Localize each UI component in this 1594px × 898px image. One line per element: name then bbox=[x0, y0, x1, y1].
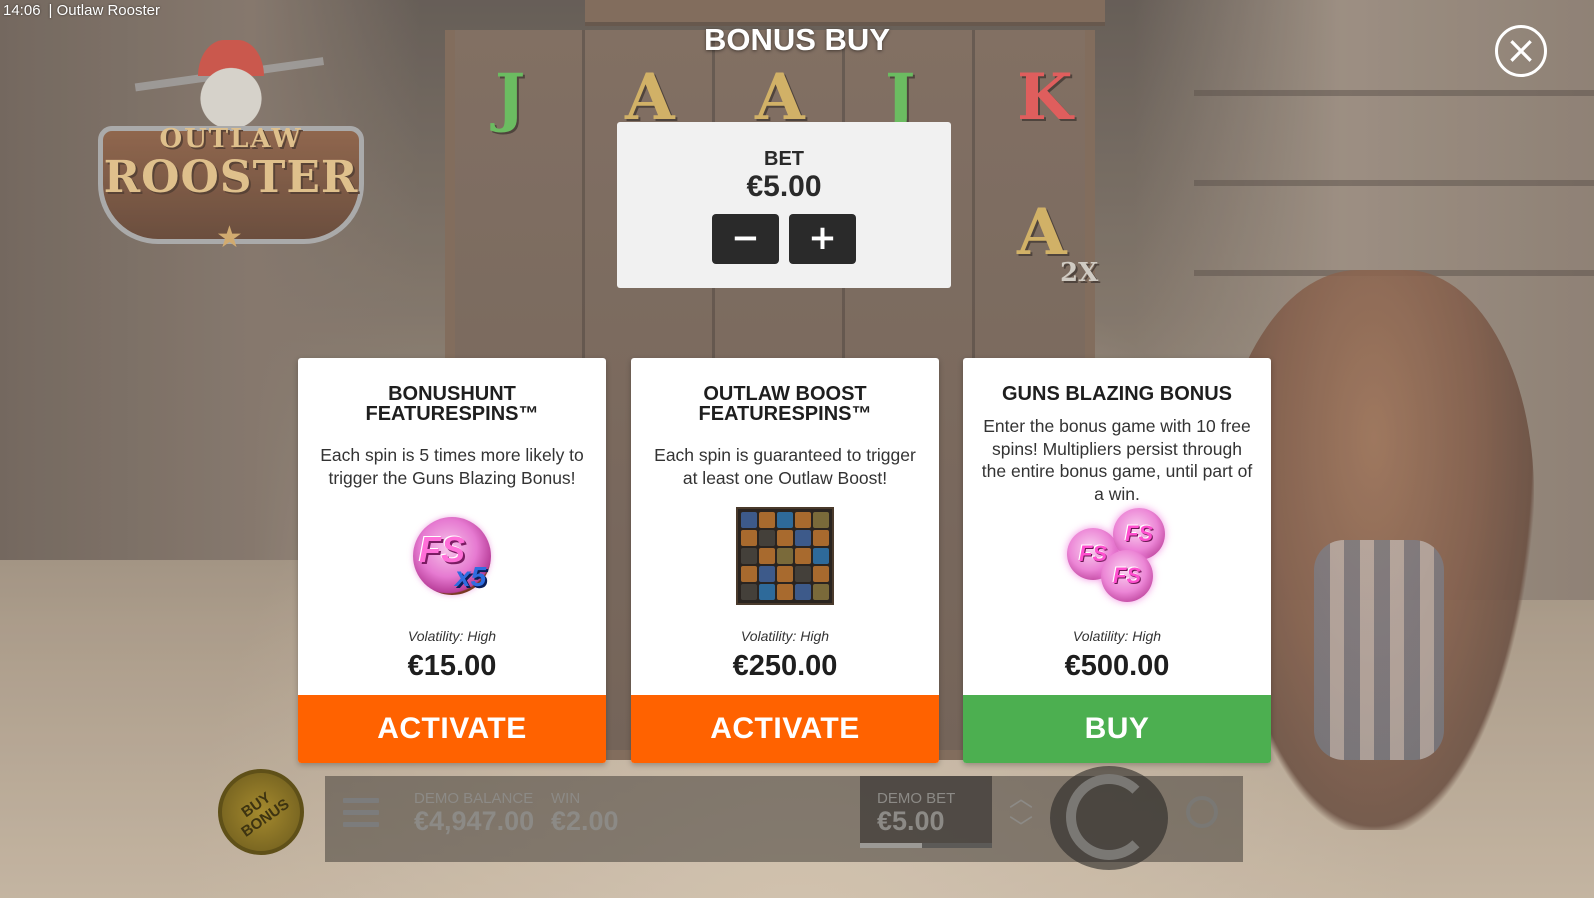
app-title: | Outlaw Rooster bbox=[48, 2, 160, 19]
bet-value: €5.00 bbox=[746, 170, 822, 203]
status-bar: 14:06 | Outlaw Rooster bbox=[3, 2, 160, 19]
card-title-line2: FEATURESPINS™ bbox=[365, 403, 539, 425]
hud-bet-value: €5.00 bbox=[877, 806, 945, 836]
modal-title: BONUS BUY bbox=[703, 22, 890, 57]
spin-icon bbox=[1066, 774, 1152, 860]
buy-bonus-button[interactable]: BUY BONUS bbox=[218, 769, 304, 855]
card-title-line2: FEATURESPINS™ bbox=[698, 403, 872, 425]
card-price: €250.00 bbox=[732, 650, 838, 682]
bet-panel: BET €5.00 − + bbox=[617, 122, 951, 288]
card-description: Each spin is guaranteed to trigger at le… bbox=[654, 445, 916, 488]
fs-coin-multiplier: x5 bbox=[455, 561, 487, 592]
win-label: WIN bbox=[551, 790, 581, 807]
triple-fs-coin-icon: FS FS FS bbox=[1067, 508, 1167, 604]
card-title-line1: BONUSHUNT bbox=[388, 383, 516, 405]
autoplay-icon[interactable] bbox=[1186, 796, 1218, 828]
activate-button[interactable]: ACTIVATE bbox=[631, 695, 939, 763]
card-volatility: Volatility: High bbox=[740, 628, 830, 644]
bonus-card-bonushunt: BONUSHUNT FEATURESPINS™ Each spin is 5 t… bbox=[298, 358, 606, 763]
card-volatility: Volatility: High bbox=[1072, 628, 1162, 644]
card-volatility: Volatility: High bbox=[407, 628, 497, 644]
card-title: GUNS BLAZING BONUS bbox=[1002, 383, 1232, 405]
bet-label: BET bbox=[764, 148, 804, 170]
menu-icon[interactable] bbox=[343, 798, 379, 834]
card-title: BONUSHUNT FEATURESPINS™ bbox=[298, 384, 606, 424]
activate-button[interactable]: ACTIVATE bbox=[298, 695, 606, 763]
balance-label: DEMO BALANCE bbox=[414, 790, 534, 807]
fs-x5-coin-icon: FS x5 bbox=[413, 517, 491, 595]
card-price: €500.00 bbox=[1064, 650, 1170, 682]
card-description: Enter the bonus game with 10 free spins!… bbox=[981, 416, 1253, 504]
close-icon[interactable]: × bbox=[1495, 25, 1547, 77]
buy-button[interactable]: BUY bbox=[963, 695, 1271, 763]
card-title: OUTLAW BOOST FEATURESPINS™ bbox=[631, 384, 939, 424]
fs-coin: FS bbox=[1101, 550, 1153, 602]
spin-button[interactable] bbox=[1050, 766, 1168, 870]
buy-bonus-label: BUY BONUS bbox=[238, 788, 293, 841]
reel-grid-icon bbox=[736, 507, 834, 605]
bet-increase-button[interactable]: + bbox=[789, 214, 856, 264]
bet-decrease-button[interactable]: − bbox=[712, 214, 779, 264]
bet-arrows-icon[interactable]: ︿ ﹀ bbox=[1006, 784, 1036, 844]
bonus-card-outlaw-boost: OUTLAW BOOST FEATURESPINS™ Each spin is … bbox=[631, 358, 939, 763]
card-price: €15.00 bbox=[407, 650, 497, 682]
balance-value: €4,947.00 bbox=[414, 806, 535, 836]
card-title-line1: OUTLAW BOOST bbox=[703, 383, 867, 405]
bonus-card-guns-blazing: GUNS BLAZING BONUS Enter the bonus game … bbox=[963, 358, 1271, 763]
clock: 14:06 bbox=[3, 2, 41, 19]
hud-bet-label: DEMO BET bbox=[877, 790, 956, 807]
win-value: €2.00 bbox=[551, 806, 619, 836]
card-description: Each spin is 5 times more likely to trig… bbox=[320, 445, 584, 488]
